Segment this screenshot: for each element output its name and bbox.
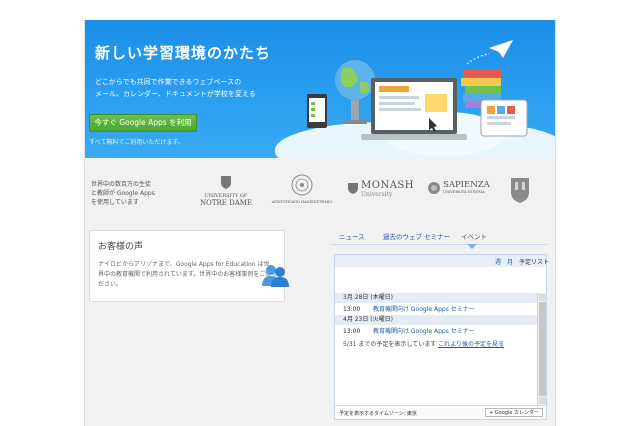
seal-icon xyxy=(291,174,313,196)
try-google-apps-button[interactable]: 今すぐ Google Apps を利用 xyxy=(89,114,197,132)
view-month-button[interactable]: 月 xyxy=(507,257,513,266)
hero-banner: 新しい学習環境のかたち どこからでも共同で作業できるウェブベースの メール、カレ… xyxy=(85,20,555,158)
partners-text: 世界中の数百万の生徒 と教師が Google Apps を使用しています xyxy=(91,180,183,207)
partners-text-line: を使用しています xyxy=(91,199,139,206)
testimonial-body: ナイロビからアリゾナまで、Google Apps for Education は… xyxy=(98,260,278,290)
testimonial-line: 界中の教育機関で利用されています。世界中のお客様事例をご覧く xyxy=(98,271,278,278)
testimonial-title: お客様の声 xyxy=(98,242,144,252)
events-calendar: 週 月 予定リスト 3月 28日 (木曜日) 13:00 教育機関向け Googl… xyxy=(334,254,549,420)
uni-line1: MONASH xyxy=(361,180,414,191)
plus-icon: + xyxy=(488,410,494,416)
logo-monash: MONASH University xyxy=(347,180,417,198)
hero-subtitle-line: どこからでも共同で作業できるウェブベースの xyxy=(95,78,242,86)
tab-news[interactable]: ニュース xyxy=(339,231,365,241)
people-icon xyxy=(262,265,289,287)
uni-line2: UNIVERSITÀ DI ROMA xyxy=(443,190,485,194)
event-title[interactable]: 教育機関向け Google Apps セミナー xyxy=(373,306,475,313)
event-time: 13:00 xyxy=(343,328,361,335)
uni-line1: SAPIENZA xyxy=(443,180,490,190)
agenda-day-header: 3月 28日 (木曜日) xyxy=(335,293,537,303)
scroll-down-arrow[interactable] xyxy=(539,397,546,404)
calendar-footer: 予定を表示するタイムゾーン: 東京 + Google カレンダー xyxy=(335,405,546,419)
crest-icon xyxy=(221,176,231,189)
testimonial-box[interactable]: お客様の声 ナイロビからアリゾナまで、Google Apps for Educa… xyxy=(89,230,289,302)
logo-aristotle-university: ΑΡΙΣΤΟΤΕΛΕΙΟ ΠΑΝΕΠΙΣΤΗΜΙΟ xyxy=(269,174,335,204)
partners-text-line: と教師が Google Apps xyxy=(91,190,155,197)
scroll-thumb[interactable] xyxy=(539,302,546,396)
google-calendar-label: Google カレンダー xyxy=(494,410,539,416)
hero-title: 新しい学習環境のかたち xyxy=(95,44,272,62)
timezone-label: 予定を表示するタイムゾーン: 東京 xyxy=(339,411,417,417)
scroll-up-arrow[interactable] xyxy=(539,294,546,301)
agenda-event[interactable]: 13:00 教育機関向け Google Apps セミナー xyxy=(335,326,537,337)
view-agenda-button[interactable]: 予定リスト xyxy=(519,257,549,266)
crest-icon xyxy=(348,183,358,194)
agenda-event[interactable]: 13:00 教育機関向け Google Apps セミナー xyxy=(335,304,537,315)
testimonial-line: ナイロビからアリゾナまで、Google Apps for Education は… xyxy=(98,261,270,268)
agenda-range-note: 5/31 までの予定を表示しています これより後の予定を見る xyxy=(343,339,504,348)
uni-line2: NOTRE DAME xyxy=(199,199,253,207)
logo-notre-dame: UNIVERSITY OF NOTRE DAME xyxy=(193,174,259,207)
hero-subtitle-line: メール、カレンダー、ドキュメントが学校を変える xyxy=(95,90,256,98)
agenda-scrollbar[interactable] xyxy=(537,293,546,405)
range-text: 5/31 までの予定を表示しています xyxy=(343,341,437,348)
calendar-toolbar: 週 月 予定リスト xyxy=(335,255,549,267)
page-container: 新しい学習環境のかたち どこからでも共同で作業できるウェブベースの メール、カレ… xyxy=(84,20,556,426)
more-events-link[interactable]: これより後の予定を見る xyxy=(438,341,504,348)
agenda-day-header: 4月 23日 (火曜日) xyxy=(335,315,537,325)
castle-crest-icon xyxy=(511,178,529,203)
google-calendar-button[interactable]: + Google カレンダー xyxy=(484,408,543,417)
partner-logos: 世界中の数百万の生徒 と教師が Google Apps を使用しています UNI… xyxy=(85,170,555,222)
tab-past-webinars[interactable]: 過去のウェブ セミナー xyxy=(383,231,450,241)
logo-sapienza: SAPIENZA UNIVERSITÀ DI ROMA xyxy=(427,180,499,194)
tab-events[interactable]: イベント xyxy=(461,231,487,241)
seal-icon xyxy=(428,182,440,194)
hero-subtitle: どこからでも共同で作業できるウェブベースの メール、カレンダー、ドキュメントが学… xyxy=(95,76,295,100)
content-tabs: ニュース 過去のウェブ セミナー イベント xyxy=(331,228,547,245)
testimonial-line: ださい。 xyxy=(98,281,123,288)
view-week-button[interactable]: 週 xyxy=(495,257,501,266)
event-time: 13:00 xyxy=(343,306,361,313)
cta-note: すべて無料でご利用いただけます。 xyxy=(89,139,184,146)
event-title[interactable]: 教育機関向け Google Apps セミナー xyxy=(373,328,475,335)
active-tab-indicator xyxy=(467,244,477,249)
uni-line2: University xyxy=(361,191,393,198)
uni-line2: ΑΡΙΣΤΟΤΕΛΕΙΟ ΠΑΝΕΠΙΣΤΗΜΙΟ xyxy=(271,200,333,204)
partners-text-line: 世界中の数百万の生徒 xyxy=(91,181,152,188)
